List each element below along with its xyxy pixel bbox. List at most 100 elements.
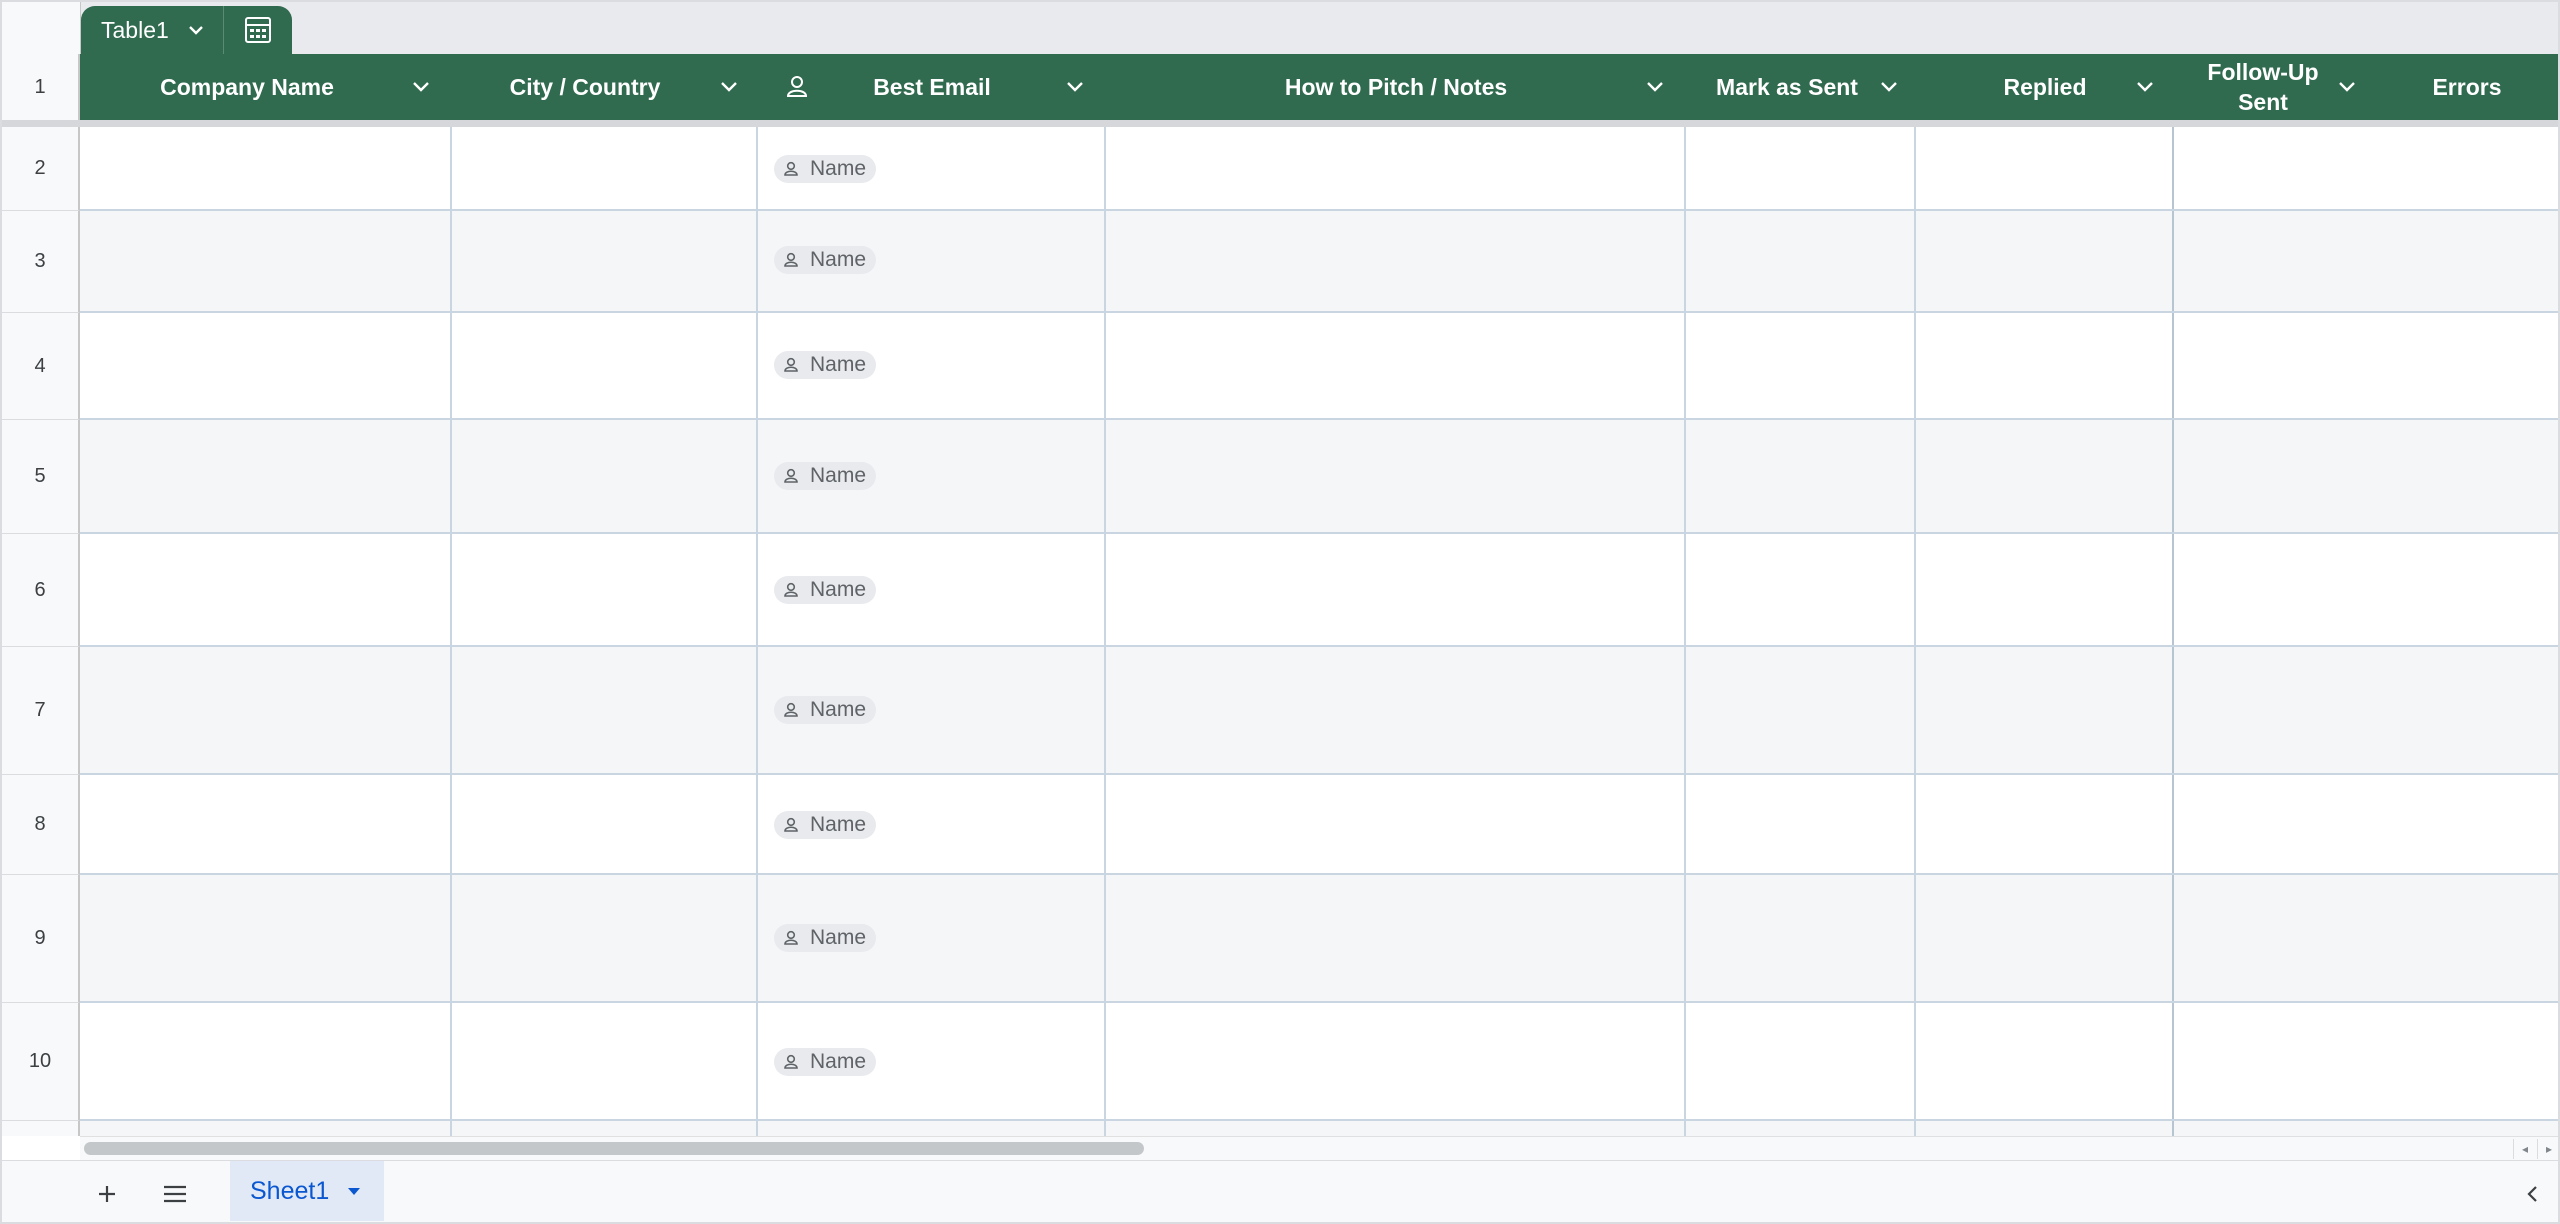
column-divider (756, 534, 758, 645)
person-chip[interactable]: Name (774, 351, 877, 379)
table-row[interactable]: Name (80, 647, 2558, 775)
person-icon (784, 468, 798, 483)
column-header-replied[interactable]: Replied (1916, 54, 2174, 120)
person-icon (784, 1054, 798, 1069)
scroll-right-arrow-icon[interactable]: ▸ (2537, 1139, 2558, 1159)
column-divider (756, 127, 758, 209)
column-header-follow-up-sent[interactable]: Follow-Up Sent (2174, 54, 2374, 120)
column-divider (1104, 534, 1106, 645)
table-row[interactable]: Name (80, 211, 2558, 313)
scroll-left-arrow-icon[interactable]: ◂ (2513, 1139, 2536, 1159)
column-divider (1684, 1003, 1686, 1119)
column-divider (1684, 647, 1686, 773)
column-header-city-country[interactable]: City / Country (452, 54, 758, 120)
column-divider (2172, 127, 2174, 209)
column-divider (450, 775, 452, 873)
person-chip[interactable]: Name (774, 811, 877, 839)
table-row[interactable]: Name (80, 420, 2558, 534)
table-row-partial[interactable] (80, 1121, 2558, 1136)
sheet-tab-sheet1[interactable]: Sheet1 (230, 1161, 384, 1221)
person-chip[interactable]: Name (774, 1048, 877, 1076)
person-chip[interactable]: Name (774, 924, 877, 952)
column-menu-chevron-icon[interactable] (2334, 74, 2360, 100)
select-all-corner[interactable] (2, 2, 81, 54)
sheet-menu-caret-icon[interactable] (345, 1182, 363, 1200)
column-header-company-name[interactable]: Company Name (82, 54, 452, 120)
add-sheet-button[interactable] (86, 1173, 128, 1215)
column-divider (1684, 127, 1686, 209)
collapse-side-panel-button[interactable] (2518, 1179, 2548, 1209)
column-divider (1684, 313, 1686, 418)
row-number-partial[interactable] (2, 1121, 80, 1136)
table-row[interactable]: Name (80, 1003, 2558, 1121)
column-menu-chevron-icon[interactable] (408, 74, 434, 100)
column-divider (756, 875, 758, 1001)
column-divider (1684, 534, 1686, 645)
column-divider (1914, 1121, 1916, 1136)
column-header-how-to-pitch-notes[interactable]: How to Pitch / Notes (1106, 54, 1686, 120)
row-number-8[interactable]: 8 (2, 775, 80, 875)
column-header-label: How to Pitch / Notes (1284, 74, 1508, 100)
column-divider (2172, 1121, 2174, 1136)
table-menu-chevron-icon[interactable] (179, 13, 213, 47)
person-chip[interactable]: Name (774, 246, 877, 274)
table-row[interactable]: Name (80, 875, 2558, 1003)
column-divider (1914, 534, 1916, 645)
table-tab[interactable]: Table1 (81, 6, 292, 54)
column-divider (450, 647, 452, 773)
table-summary-calculator-icon[interactable] (224, 6, 292, 54)
column-header-mark-as-sent[interactable]: Mark as Sent (1686, 54, 1916, 120)
column-header-errors[interactable]: Errors (2374, 54, 2558, 120)
horizontal-scrollbar[interactable]: ◂ ▸ (80, 1136, 2558, 1161)
column-header-label: Best Email (873, 74, 991, 100)
column-divider (1104, 211, 1106, 311)
person-icon (784, 161, 798, 176)
table-row[interactable]: Name (80, 534, 2558, 647)
table-row[interactable]: Name (80, 775, 2558, 875)
column-menu-chevron-icon[interactable] (2132, 74, 2158, 100)
column-divider (450, 875, 452, 1001)
all-sheets-button[interactable] (154, 1173, 196, 1215)
row-number-1[interactable]: 1 (2, 54, 80, 120)
table-name[interactable]: Table1 (81, 17, 169, 44)
frozen-row-divider[interactable] (2, 120, 2558, 127)
column-divider (2172, 211, 2174, 311)
row-number-3[interactable]: 3 (2, 211, 80, 313)
plus-icon (99, 1186, 115, 1202)
table-row[interactable]: Name (80, 313, 2558, 420)
person-chip[interactable]: Name (774, 576, 877, 604)
person-chip-label: Name (810, 464, 867, 487)
row-number-5[interactable]: 5 (2, 420, 80, 534)
column-divider (2172, 647, 2174, 773)
row-number-7[interactable]: 7 (2, 647, 80, 775)
column-divider (450, 127, 452, 209)
column-menu-chevron-icon[interactable] (1062, 74, 1088, 100)
person-chip[interactable]: Name (774, 696, 877, 724)
column-divider (2172, 534, 2174, 645)
person-icon (784, 930, 798, 945)
column-divider (1914, 875, 1916, 1001)
row-number-6[interactable]: 6 (2, 534, 80, 647)
row-number-10[interactable]: 10 (2, 1003, 80, 1121)
person-chip[interactable]: Name (774, 155, 877, 183)
column-header-label: Follow-Up Sent (2207, 59, 2319, 115)
table-row[interactable]: Name (80, 127, 2558, 211)
column-divider (1104, 1121, 1106, 1136)
column-menu-chevron-icon[interactable] (1876, 74, 1902, 100)
row-number-2[interactable]: 2 (2, 127, 80, 211)
row-number-9[interactable]: 9 (2, 875, 80, 1003)
column-header-best-email[interactable]: Best Email (758, 54, 1106, 120)
column-divider (756, 1003, 758, 1119)
column-divider (1104, 875, 1106, 1001)
column-menu-chevron-icon[interactable] (1642, 74, 1668, 100)
column-menu-chevron-icon[interactable] (716, 74, 742, 100)
sheet-tab-label: Sheet1 (250, 1176, 330, 1205)
person-chip-label: Name (810, 578, 867, 601)
horizontal-scrollbar-thumb[interactable] (84, 1142, 1144, 1155)
column-divider (2172, 313, 2174, 418)
person-chip-label: Name (810, 248, 867, 271)
person-chip[interactable]: Name (774, 462, 877, 490)
column-divider (1914, 775, 1916, 873)
column-header-label: City / Country (509, 74, 661, 100)
row-number-4[interactable]: 4 (2, 313, 80, 420)
